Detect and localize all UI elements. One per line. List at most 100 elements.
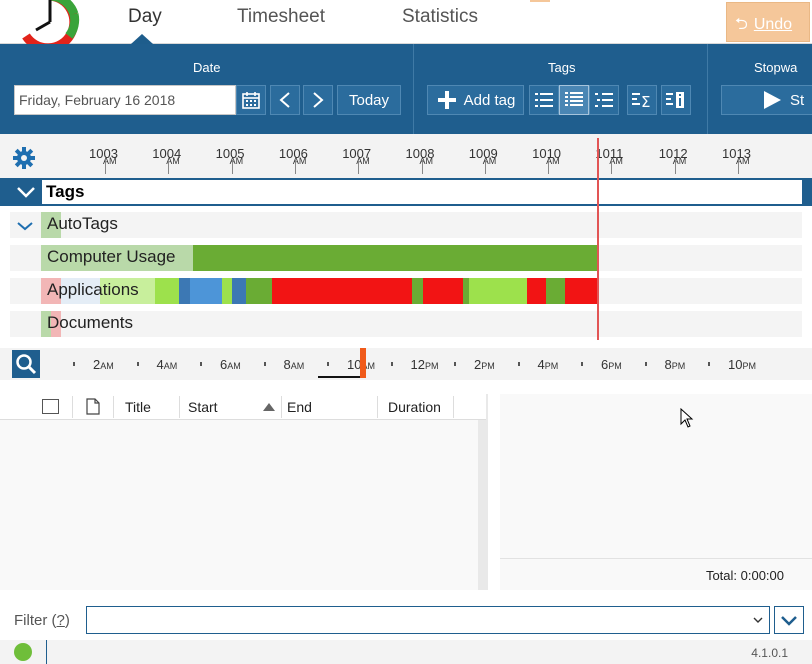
usage-bar[interactable]	[232, 278, 246, 304]
tags-group-label: Tags	[548, 60, 576, 75]
usage-bar[interactable]	[412, 278, 423, 304]
overview-suffix: AM	[290, 361, 305, 371]
zoom-search-button[interactable]	[12, 350, 40, 378]
overview-tick	[327, 362, 329, 366]
overview-hour-label: 2AM	[93, 357, 114, 372]
ruler-tick-label: 1009 AM	[469, 146, 498, 166]
gear-icon[interactable]	[12, 146, 36, 170]
overview-hour: 8	[283, 357, 291, 372]
compact-list-view-button[interactable]	[589, 85, 619, 115]
overview-suffix: PM	[671, 361, 686, 371]
usage-bar[interactable]	[272, 278, 412, 304]
usage-bar[interactable]	[423, 278, 463, 304]
detail-list-view-button[interactable]	[559, 85, 589, 115]
overview-tick	[263, 362, 266, 366]
details-divider	[500, 558, 812, 559]
overview-suffix: AM	[100, 361, 114, 371]
usage-bar[interactable]	[246, 278, 272, 304]
ruler-tick-mark	[548, 160, 550, 174]
date-group-label: Date	[193, 60, 221, 75]
previous-day-button[interactable]	[270, 85, 300, 115]
column-separator	[453, 396, 454, 418]
chevron-down-icon[interactable]	[16, 186, 36, 198]
ruler-tick-label: 1011 AM	[595, 146, 623, 166]
undo-button[interactable]: ⮌ Undo	[726, 2, 810, 42]
list-view-button[interactable]	[529, 85, 559, 115]
stopwatch-start-button[interactable]: St	[721, 85, 812, 115]
usage-bar[interactable]	[193, 245, 597, 271]
current-time-indicator	[597, 138, 599, 340]
add-tag-label: Add tag	[463, 91, 516, 109]
tag-row-label: AutoTags	[47, 214, 118, 233]
select-all-checkbox[interactable]	[42, 399, 59, 414]
plus-icon	[437, 91, 456, 109]
today-button[interactable]: Today	[337, 85, 401, 115]
usage-bar[interactable]	[546, 278, 565, 304]
column-separator	[179, 396, 180, 418]
stopwatch-start-label: St	[790, 91, 805, 109]
ruler-tick-mark	[738, 160, 739, 174]
ruler-tick-label: 1010 AM	[532, 146, 561, 166]
timeline-ruler[interactable]: 1003 AM 1004 AM 1005 AM 1006 AM 1007 AM 1008 AM 1009…	[0, 134, 812, 178]
tag-info-button[interactable]	[661, 85, 691, 115]
overview-hour: 4	[156, 357, 164, 372]
calendar-button[interactable]	[236, 85, 266, 115]
overview-suffix: PM	[608, 361, 622, 371]
ruler-tick-label: 1007 AM	[342, 146, 371, 166]
usage-bar[interactable]	[565, 278, 597, 304]
tags-section-header[interactable]: Tags	[0, 178, 812, 206]
stopwatch-group-label: Stopwa	[754, 60, 798, 75]
ruler-tick-label: 1005 AM	[216, 146, 245, 166]
overview-tick	[517, 362, 520, 366]
day-overview-ruler[interactable]: 2AM 4AM 6AM 8AM 10AM 12PM 2PM 4PM 6PM 8PM 10PM	[0, 348, 812, 380]
tab-timesheet[interactable]: Timesheet	[237, 6, 325, 28]
usage-bar[interactable]	[155, 278, 179, 304]
filter-bar: Filter (?)	[0, 600, 812, 640]
overview-tick	[73, 362, 75, 366]
column-header-title[interactable]: Title	[125, 399, 151, 415]
tag-row-label: Computer Usage	[47, 247, 176, 266]
usage-bar[interactable]	[222, 278, 232, 304]
status-indicator	[14, 643, 32, 661]
overview-hour-label: 8PM	[665, 357, 686, 372]
tag-row-documents[interactable]: Documents	[10, 311, 802, 337]
usage-bar[interactable]	[190, 278, 224, 304]
usage-bar[interactable]	[469, 278, 527, 304]
sum-tags-button[interactable]: Σ	[627, 85, 657, 115]
usage-bar[interactable]	[179, 278, 190, 304]
filter-input[interactable]	[86, 606, 770, 634]
dropdown-arrow-icon[interactable]	[753, 617, 763, 623]
overview-tick	[581, 362, 583, 366]
ruler-tick-mark	[421, 160, 423, 174]
column-header-duration[interactable]: Duration	[388, 399, 441, 415]
tag-row-autotags[interactable]: AutoTags	[10, 212, 802, 238]
ribbon-divider	[413, 44, 414, 134]
column-header-start[interactable]: Start	[188, 399, 218, 415]
filter-expand-button[interactable]	[774, 606, 804, 634]
ruler-tick-mark	[168, 160, 170, 174]
column-separator	[281, 396, 282, 418]
ruler-tick-mark	[611, 160, 613, 174]
date-input[interactable]: Friday, February 16 2018	[14, 85, 236, 115]
status-bar: 4.1.0.1	[0, 640, 812, 664]
column-header-end[interactable]: End	[287, 399, 312, 415]
chevron-right-icon	[313, 92, 324, 108]
usage-bar[interactable]	[527, 278, 546, 304]
tag-row-applications[interactable]: Applications	[10, 278, 802, 304]
add-tag-button[interactable]: Add tag	[427, 85, 524, 115]
overview-tick	[454, 362, 456, 366]
ruler-tick-mark	[674, 160, 676, 174]
chevron-down-icon[interactable]	[16, 221, 34, 231]
filter-help-link[interactable]: ?	[57, 612, 65, 629]
tab-statistics[interactable]: Statistics	[402, 6, 478, 28]
chevron-left-icon	[279, 92, 290, 108]
ruler-hour: 10	[722, 146, 737, 161]
visible-range-handle[interactable]	[360, 348, 366, 378]
status-divider	[46, 640, 47, 664]
overview-suffix: AM	[227, 361, 241, 371]
tab-day[interactable]: Day	[128, 6, 162, 28]
next-day-button[interactable]	[303, 85, 333, 115]
ribbon-divider-2	[707, 44, 708, 134]
tag-row-computer-usage[interactable]: Computer Usage	[10, 245, 802, 271]
overview-tick	[708, 362, 710, 366]
